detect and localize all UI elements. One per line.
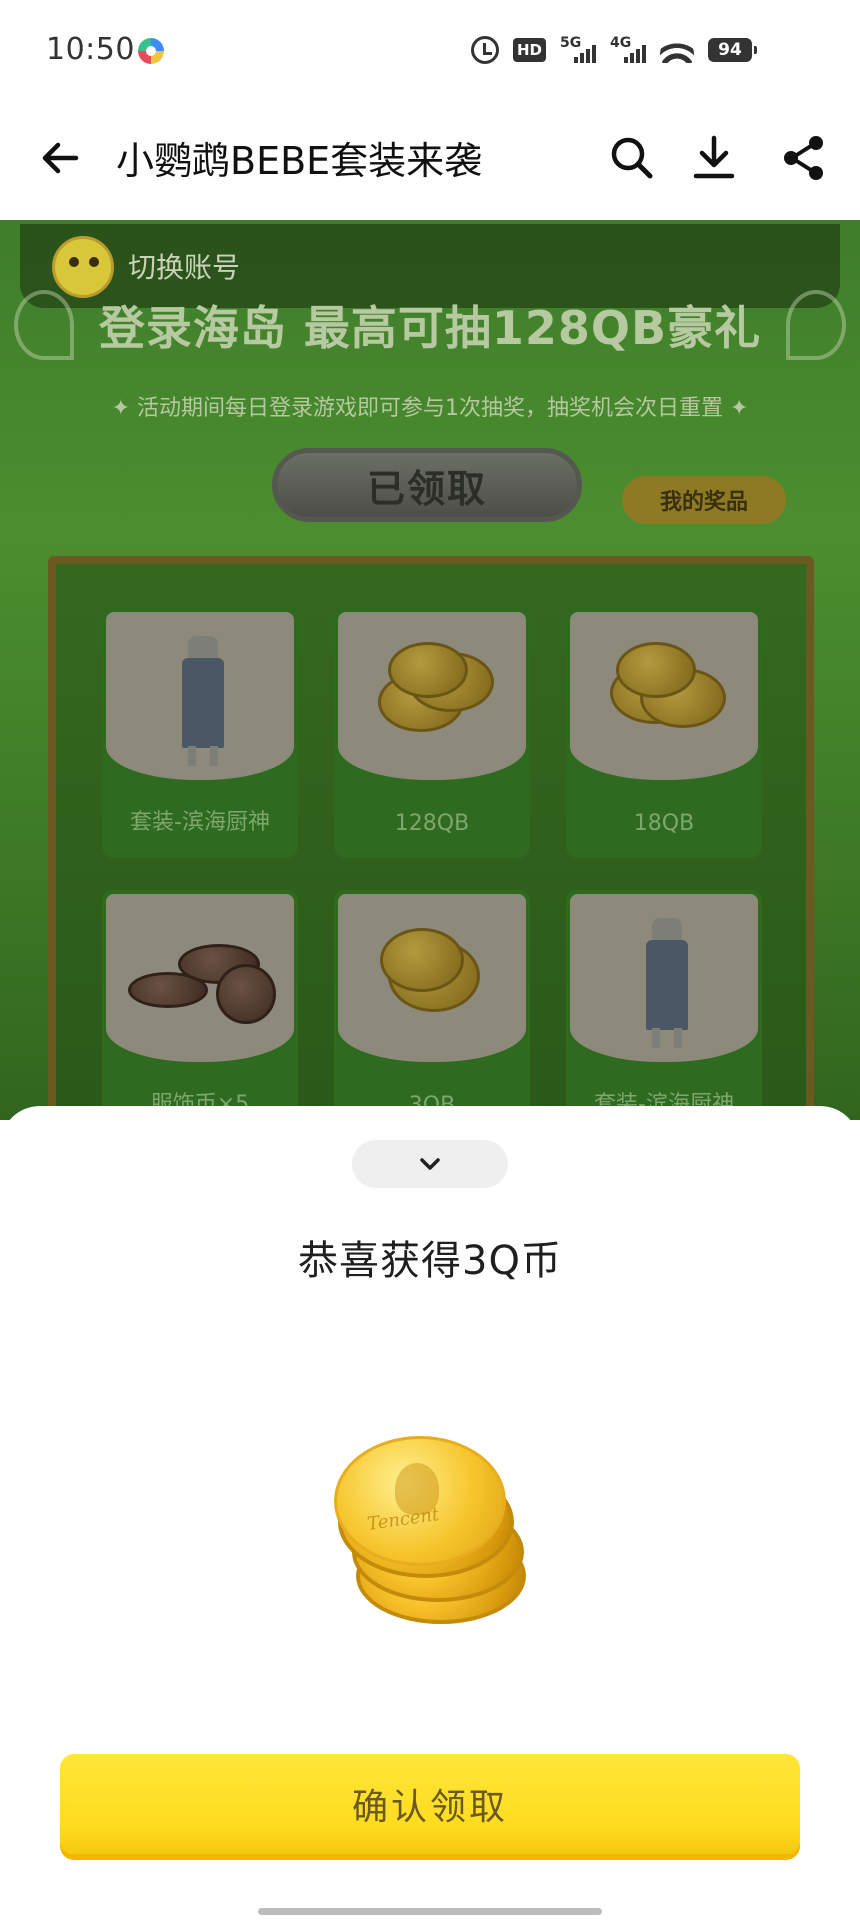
status-icons: HD 5G 4G 94 bbox=[470, 34, 757, 66]
status-time: 10:50 bbox=[46, 32, 135, 67]
back-button[interactable] bbox=[36, 134, 84, 182]
status-bar: 10:50 HD 5G 4G 94 bbox=[0, 0, 860, 100]
chevron-down-icon bbox=[420, 1158, 440, 1170]
collapse-sheet-button[interactable] bbox=[352, 1140, 508, 1188]
home-indicator[interactable] bbox=[258, 1908, 602, 1915]
webview-content: 切换账号 登录海岛 最高可抽128QB豪礼 ✦ 活动期间每日登录游戏即可参与1次… bbox=[0, 220, 860, 1120]
download-icon bbox=[693, 135, 735, 179]
search-button[interactable] bbox=[606, 132, 658, 184]
hero-subtitle: ✦ 活动期间每日登录游戏即可参与1次抽奖，抽奖机会次日重置 ✦ bbox=[111, 396, 749, 421]
share-button[interactable] bbox=[778, 132, 830, 184]
q-coin-icon: Tencent bbox=[334, 1436, 534, 1626]
page-title: 小鹦鹉BEBE套装来袭 bbox=[116, 139, 483, 183]
coin-engraving: Tencent bbox=[365, 1504, 441, 1535]
prize-card[interactable]: 套装-滨海厨神 bbox=[102, 608, 298, 858]
download-button[interactable] bbox=[688, 132, 740, 184]
wifi-icon bbox=[660, 37, 694, 63]
prize-card[interactable]: 18QB bbox=[566, 608, 762, 858]
prize-card[interactable]: 服饰币×5 bbox=[102, 890, 298, 1120]
prize-label: 128QB bbox=[394, 811, 470, 836]
prize-card[interactable]: 3QB bbox=[334, 890, 530, 1120]
search-icon bbox=[611, 137, 653, 179]
title-bar: 小鹦鹉BEBE套装来袭 bbox=[0, 100, 860, 220]
my-prizes-button[interactable]: 我的奖品 bbox=[622, 476, 786, 524]
hero-title: 登录海岛 最高可抽128QB豪礼 bbox=[98, 301, 762, 355]
prize-board: 套装-滨海厨神 128QB 18QB 服饰币×5 套装-滨海厨神 bbox=[48, 556, 814, 1120]
reward-title: 恭喜获得3Q币 bbox=[298, 1238, 562, 1284]
prize-label: 套装-滨海厨神 bbox=[130, 810, 270, 835]
prize-label: 18QB bbox=[633, 811, 695, 836]
confirm-claim-button[interactable]: 确认领取 bbox=[60, 1754, 800, 1854]
hd-voice-icon: HD bbox=[512, 38, 546, 62]
avatar[interactable] bbox=[52, 236, 114, 298]
prize-card[interactable]: 套装-滨海厨神 bbox=[566, 890, 762, 1120]
alarm-icon bbox=[470, 36, 499, 64]
app-notification-icon bbox=[138, 38, 164, 64]
signal-4g-icon: 4G bbox=[610, 35, 646, 65]
arrow-left-icon bbox=[42, 142, 79, 174]
claimed-button[interactable]: 已领取 bbox=[272, 448, 582, 522]
reward-bottom-sheet: 恭喜获得3Q币 Tencent 确认领取 bbox=[0, 1106, 860, 1920]
chef-outfit-icon bbox=[640, 918, 694, 1048]
chef-outfit-icon bbox=[176, 636, 230, 766]
signal-5g-icon: 5G bbox=[560, 35, 596, 65]
battery-icon: 94 bbox=[708, 38, 757, 62]
switch-account-link[interactable]: 切换账号 bbox=[128, 246, 240, 286]
prize-card[interactable]: 128QB bbox=[334, 608, 530, 858]
share-icon bbox=[784, 136, 823, 180]
